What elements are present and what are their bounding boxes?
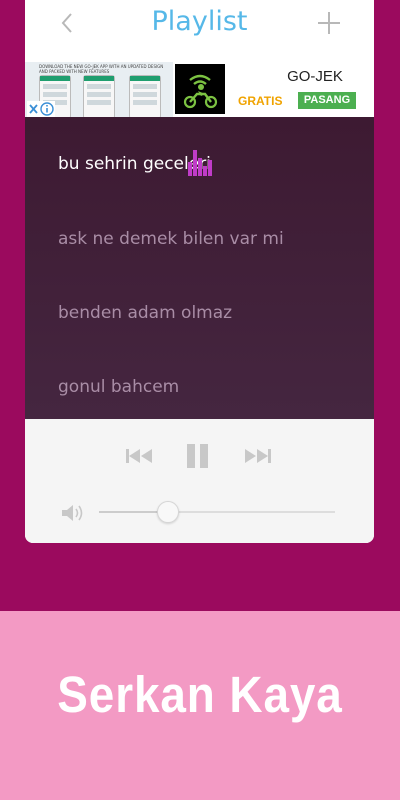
artist-name: Serkan Kaya [57,666,343,723]
volume-slider[interactable] [99,501,335,523]
ad-banner[interactable]: Download the new Go-Jek app with an upda… [25,62,374,117]
player-controls [25,419,374,543]
info-icon[interactable] [40,102,54,116]
playlist-item[interactable]: gonul bahcem [58,377,179,397]
pause-icon[interactable] [185,442,211,470]
equalizer-icon [188,150,212,176]
close-icon[interactable] [29,104,38,114]
ad-headline: Download the new Go-Jek app with an upda… [39,64,164,74]
skip-next-icon[interactable] [244,446,272,466]
ad-install-button[interactable]: PASANG [298,92,356,109]
playlist: bu sehrin geceleri ask ne demek bilen va… [25,117,374,419]
volume-icon[interactable] [60,502,86,524]
gojek-logo [175,64,225,114]
ad-phone-image [83,75,115,117]
plus-icon[interactable] [314,8,344,38]
ad-phone-image [129,75,161,117]
player-card: Playlist Download the new Go-Jek app wit… [25,0,374,543]
playlist-item[interactable]: ask ne demek bilen var mi [58,229,284,249]
volume-slider-thumb[interactable] [157,501,180,523]
ad-brand: GO-JEK [287,68,343,85]
ad-gratis-label: GRATIS [238,94,283,108]
ad-choices[interactable] [27,101,55,117]
ad-screenshot: Download the new Go-Jek app with an upda… [25,62,173,117]
playlist-item[interactable]: benden adam olmaz [58,303,232,323]
header: Playlist [25,0,374,62]
skip-previous-icon[interactable] [125,446,153,466]
